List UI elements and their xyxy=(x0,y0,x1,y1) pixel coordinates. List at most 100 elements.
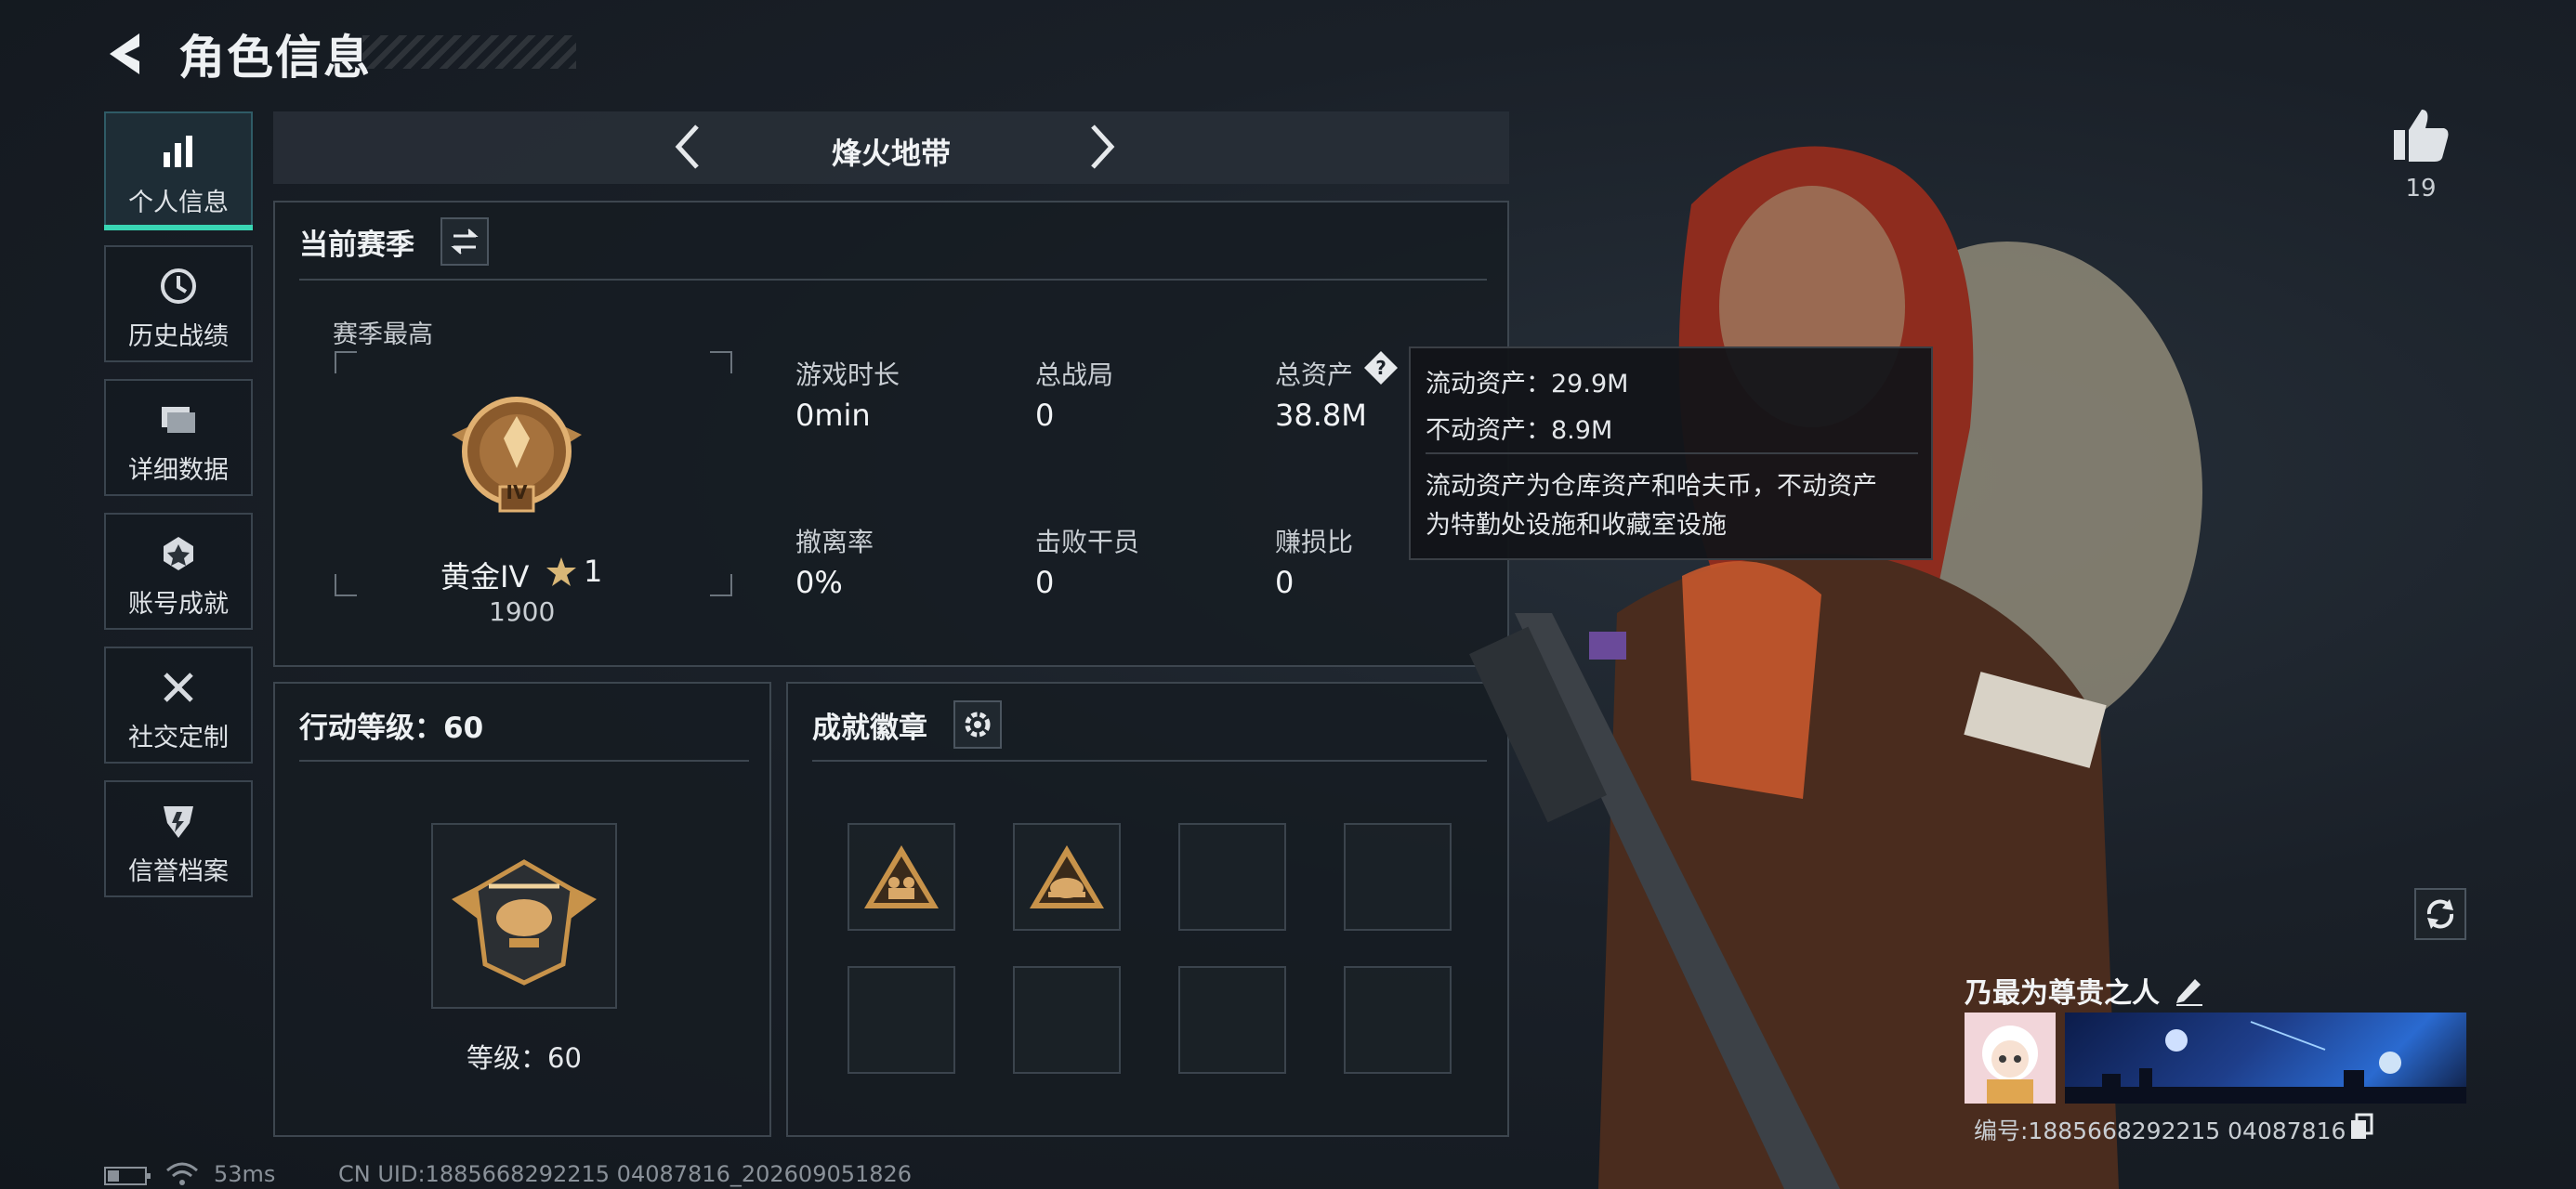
level-text: 等级：60 xyxy=(467,1042,582,1074)
medal-icon xyxy=(164,537,193,570)
frame-corner xyxy=(335,351,357,373)
badge-slot-2[interactable] xyxy=(1013,823,1121,931)
season-title: 当前赛季 xyxy=(299,229,414,262)
badge-slot-4[interactable] xyxy=(1344,823,1452,931)
rank-emblem-numeral: IV xyxy=(506,481,528,503)
stat-label-extraction-rate: 撤离率 xyxy=(795,527,874,557)
stat-value-total-matches: 0 xyxy=(1035,398,1055,433)
avatar[interactable] xyxy=(1965,1013,2056,1104)
badge-slot-1[interactable] xyxy=(848,823,955,931)
copy-icon xyxy=(2351,1113,2373,1139)
gear-icon xyxy=(965,712,991,738)
battery-icon xyxy=(104,1167,151,1185)
stat-value-total-assets: 38.8M xyxy=(1275,398,1367,433)
rank-emblem xyxy=(452,397,582,513)
helicopter-emblem xyxy=(452,859,597,986)
refresh-button[interactable] xyxy=(2414,888,2466,940)
frame-corner xyxy=(335,574,357,596)
stat-label-total-matches: 总战局 xyxy=(1035,359,1114,390)
badge-slot-5[interactable] xyxy=(848,966,955,1074)
like-button[interactable] xyxy=(2388,102,2453,167)
uid-text: CN UID:1885668292215 04087816_2026090518… xyxy=(338,1161,913,1187)
action-level-divider xyxy=(299,760,749,762)
season-panel: 当前赛季 赛季最高 IV 黄金IV 1 1900 游戏时长 0min 总战局 0… xyxy=(273,201,1509,667)
assets-tooltip: 流动资产：29.9M 不动资产：8.9M 流动资产为仓库资产和哈夫币，不动资产 … xyxy=(1409,346,1933,560)
folder-icon xyxy=(162,407,195,433)
stat-label-profit-ratio: 赚损比 xyxy=(1275,527,1354,557)
badge-slot-7[interactable] xyxy=(1178,966,1286,1074)
tooltip-liquid-assets: 流动资产：29.9M xyxy=(1426,370,1629,399)
wifi-icon xyxy=(166,1162,198,1185)
name-card-banner[interactable] xyxy=(2065,1013,2466,1104)
tooltip-desc-line1: 流动资产为仓库资产和哈夫币，不动资产 xyxy=(1426,472,1877,501)
sidebar-item-achievements[interactable]: 账号成就 xyxy=(104,513,253,630)
squad-badge-icon xyxy=(864,845,939,908)
like-count: 19 xyxy=(2405,175,2437,203)
sidebar-item-history[interactable]: 历史战绩 xyxy=(104,245,253,362)
title-decoration xyxy=(362,35,576,69)
shield-icon xyxy=(164,806,193,838)
tooltip-desc-line2: 为特勤处设施和收藏室设施 xyxy=(1426,511,1727,540)
stat-label-total-assets: 总资产 xyxy=(1275,359,1354,390)
rank-score: 1900 xyxy=(489,596,556,627)
sidebar-item-personal-info[interactable]: 个人信息 xyxy=(104,111,253,230)
frame-corner xyxy=(710,351,732,373)
edit-name-button[interactable] xyxy=(2171,970,2208,1007)
sidebar-item-social[interactable]: 社交定制 xyxy=(104,647,253,764)
achievements-title: 成就徽章 xyxy=(812,712,927,745)
stat-value-profit-ratio: 0 xyxy=(1275,565,1295,600)
level-emblem-frame xyxy=(431,823,617,1009)
sidebar-item-label: 详细数据 xyxy=(128,456,229,485)
sidebar-item-credit[interactable]: 信誉档案 xyxy=(104,780,253,897)
chevron-right-icon xyxy=(1091,124,1115,169)
frame-corner xyxy=(710,574,732,596)
mode-tab-bar: 烽火地带 xyxy=(273,111,1509,184)
wrench-icon xyxy=(164,673,193,702)
sidebar-item-detailed-data[interactable]: 详细数据 xyxy=(104,379,253,496)
rank-name: 黄金IV xyxy=(440,559,530,594)
stat-value-extraction-rate: 0% xyxy=(795,565,843,600)
tooltip-divider xyxy=(1426,452,1918,454)
achievements-panel: 成就徽章 xyxy=(786,682,1509,1137)
night-sky-banner xyxy=(2065,1021,2466,1104)
rank-stars: 1 xyxy=(584,554,603,589)
refresh-icon xyxy=(2426,899,2454,929)
svg-text:?: ? xyxy=(1375,357,1387,379)
player-name: 乃最为尊贵之人 xyxy=(1965,977,2160,1010)
copy-id-button[interactable] xyxy=(2349,1113,2375,1141)
stat-value-operators-defeated: 0 xyxy=(1035,565,1055,600)
achievements-divider xyxy=(812,760,1487,762)
back-button[interactable] xyxy=(102,26,158,82)
badge-slot-6[interactable] xyxy=(1013,966,1121,1074)
next-mode-button[interactable] xyxy=(1074,121,1126,173)
sidebar-item-label: 历史战绩 xyxy=(128,322,229,351)
player-id: 编号:1885668292215 04087816 xyxy=(1974,1117,2346,1144)
tooltip-fixed-assets: 不动资产：8.9M xyxy=(1426,416,1613,445)
back-arrow-icon xyxy=(110,33,139,74)
helmet-badge-icon xyxy=(1030,845,1104,908)
achievement-settings-button[interactable] xyxy=(953,700,1002,749)
avatar-image xyxy=(1982,1026,2038,1104)
stat-value-playtime: 0min xyxy=(795,398,871,433)
help-icon: ? xyxy=(1364,351,1398,385)
stat-label-operators-defeated: 击败干员 xyxy=(1035,527,1140,557)
mode-tab-label: 烽火地带 xyxy=(831,136,951,171)
season-divider xyxy=(299,279,1487,281)
stat-label-playtime: 游戏时长 xyxy=(795,359,900,390)
page-title: 角色信息 xyxy=(178,31,372,85)
sidebar-item-label: 账号成就 xyxy=(128,590,229,619)
bar-chart-icon xyxy=(164,136,192,167)
thumbs-up-icon xyxy=(2394,110,2449,162)
action-level-panel: 行动等级：60 等级：60 xyxy=(273,682,771,1137)
pencil-icon xyxy=(2176,979,2202,1006)
assets-help-button[interactable]: ? xyxy=(1362,349,1400,386)
switch-season-button[interactable] xyxy=(440,217,489,266)
season-best-label: 赛季最高 xyxy=(333,320,433,349)
clock-icon xyxy=(161,268,196,304)
ping-text: 53ms xyxy=(214,1161,276,1187)
sidebar-item-label: 社交定制 xyxy=(128,724,229,752)
sidebar-item-label: 个人信息 xyxy=(128,189,229,217)
badge-slot-8[interactable] xyxy=(1344,966,1452,1074)
swap-icon xyxy=(451,229,479,255)
badge-slot-3[interactable] xyxy=(1178,823,1286,931)
